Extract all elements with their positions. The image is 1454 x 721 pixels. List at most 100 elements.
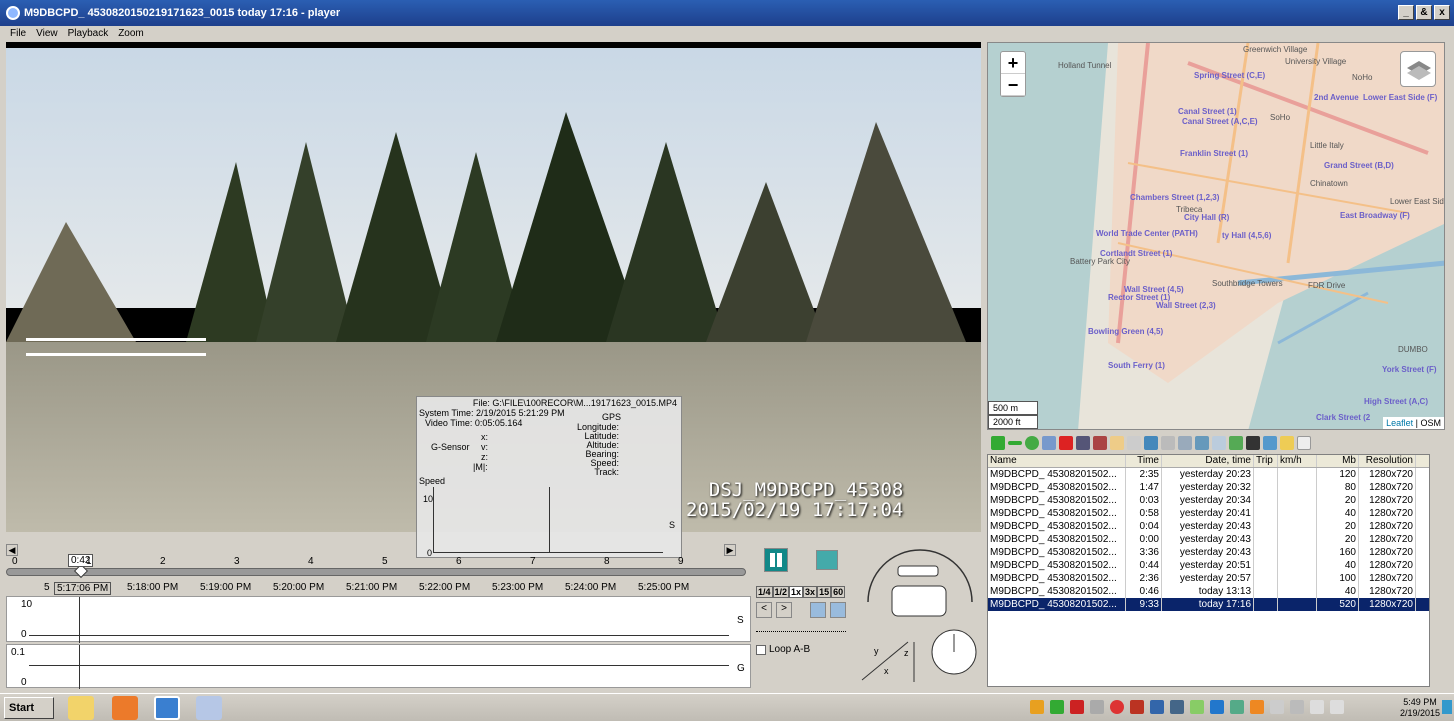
flag-icon[interactable]: [1270, 700, 1284, 714]
table-row[interactable]: M9DBCPD_ 45308201502... 0:03 yesterday 20:…: [988, 494, 1429, 507]
arrow-icon[interactable]: [1110, 436, 1124, 450]
layers-icon[interactable]: [1400, 51, 1436, 87]
refresh-icon[interactable]: [1025, 436, 1039, 450]
col-kmh[interactable]: km/h: [1278, 455, 1317, 467]
timeline-time-label: 5:25:00 PM: [638, 582, 690, 593]
timeline-zoom-out-icon[interactable]: ◀: [6, 544, 18, 556]
menu-zoom[interactable]: Zoom: [118, 28, 144, 39]
timeline-zoom-in-icon[interactable]: ▶: [724, 544, 736, 556]
start-button[interactable]: Start: [4, 697, 54, 719]
network-icon[interactable]: [1290, 700, 1304, 714]
menu-view[interactable]: View: [36, 28, 58, 39]
tray-icon-12[interactable]: [1250, 700, 1264, 714]
table-row[interactable]: M9DBCPD_ 45308201502... 2:36 yesterday 20:…: [988, 572, 1429, 585]
speed-option[interactable]: 60: [831, 586, 846, 598]
video-icon[interactable]: [1246, 436, 1260, 450]
export-icon[interactable]: [1093, 436, 1107, 450]
table-cell: 520: [1317, 598, 1359, 611]
minimize-button[interactable]: _: [1398, 5, 1414, 20]
table-row[interactable]: M9DBCPD_ 45308201502... 0:46 today 13:13 40…: [988, 585, 1429, 598]
table-row[interactable]: M9DBCPD_ 45308201502... 2:35 yesterday 20:…: [988, 468, 1429, 481]
col-trip[interactable]: Trip: [1254, 455, 1278, 467]
paint-icon[interactable]: [196, 696, 222, 720]
table-cell: 1280x720: [1359, 481, 1416, 494]
table-row[interactable]: M9DBCPD_ 45308201502... 0:04 yesterday 20:…: [988, 520, 1429, 533]
table-row[interactable]: M9DBCPD_ 45308201502... 1:47 yesterday 20:…: [988, 481, 1429, 494]
tray-icon-7[interactable]: [1150, 700, 1164, 714]
table-cell: M9DBCPD_ 45308201502...: [988, 468, 1126, 481]
col-time[interactable]: Time: [1126, 455, 1162, 467]
settings-icon[interactable]: [1263, 436, 1277, 450]
folder-icon[interactable]: [68, 696, 94, 720]
screens-icon[interactable]: [1178, 436, 1192, 450]
col-resolution[interactable]: Resolution: [1359, 455, 1416, 467]
tray-icon-9[interactable]: [1190, 700, 1204, 714]
leaflet-link[interactable]: Leaflet: [1386, 418, 1413, 428]
tray-icon-3[interactable]: [1070, 700, 1084, 714]
map-zoom-out-button[interactable]: −: [1001, 74, 1025, 96]
save-icon[interactable]: [1076, 436, 1090, 450]
table-cell: 1280x720: [1359, 598, 1416, 611]
pause-button[interactable]: [764, 548, 788, 572]
col-name[interactable]: Name: [988, 455, 1126, 467]
tray-icon-5[interactable]: [1110, 700, 1124, 714]
tray-icon-4[interactable]: [1090, 700, 1104, 714]
volume-slider[interactable]: [756, 626, 846, 632]
maximize-button[interactable]: &: [1416, 5, 1432, 20]
tray-icon-2[interactable]: [1050, 700, 1064, 714]
film-icon[interactable]: [1161, 436, 1175, 450]
system-clock[interactable]: 5:49 PM 2/19/2015: [1400, 697, 1440, 719]
table-row[interactable]: M9DBCPD_ 45308201502... 0:44 yesterday 20:…: [988, 559, 1429, 572]
close-button[interactable]: x: [1434, 5, 1450, 20]
col-date-time[interactable]: Date, time: [1162, 455, 1254, 467]
map-label-franklin: Franklin Street (1): [1180, 149, 1249, 158]
signal-icon[interactable]: [1310, 700, 1324, 714]
route-icon[interactable]: [1212, 436, 1226, 450]
add-icon[interactable]: [991, 436, 1005, 450]
zoom-in-icon[interactable]: [810, 602, 826, 618]
tray-icon-10[interactable]: [1210, 700, 1224, 714]
folder-icon[interactable]: [1280, 436, 1294, 450]
copy-icon[interactable]: [1042, 436, 1056, 450]
table-row[interactable]: M9DBCPD_ 45308201502... 0:00 yesterday 20:…: [988, 533, 1429, 546]
table-row[interactable]: M9DBCPD_ 45308201502... 3:36 yesterday 20:…: [988, 546, 1429, 559]
remove-icon[interactable]: [1008, 441, 1022, 445]
delete-icon[interactable]: [1059, 436, 1073, 450]
loop-ab-checkbox[interactable]: [756, 644, 766, 655]
prev-button[interactable]: <: [756, 602, 772, 618]
cut-icon[interactable]: [1127, 436, 1141, 450]
speed-option[interactable]: 1x: [789, 586, 804, 598]
import-icon[interactable]: [1144, 436, 1158, 450]
map-icon[interactable]: [1229, 436, 1243, 450]
speed-option[interactable]: 1/4: [756, 586, 773, 598]
table-cell: 1280x720: [1359, 494, 1416, 507]
tray-icon-1[interactable]: [1030, 700, 1044, 714]
map-attribution: Leaflet | OSM: [1383, 417, 1444, 429]
speed-graph: 10 0 S: [6, 596, 751, 643]
stop-button[interactable]: [816, 550, 838, 570]
map-label-university: University Village: [1285, 57, 1347, 66]
table-cell: 1:47: [1126, 481, 1162, 494]
menu-playback[interactable]: Playback: [68, 28, 109, 39]
speed-option[interactable]: 15: [817, 586, 832, 598]
media-player-icon[interactable]: [112, 696, 138, 720]
next-button[interactable]: >: [776, 602, 792, 618]
tray-icon-8[interactable]: [1170, 700, 1184, 714]
table-row[interactable]: M9DBCPD_ 45308201502... 9:33 today 17:16 52…: [988, 598, 1429, 611]
col-mb[interactable]: Mb: [1317, 455, 1359, 467]
timeline-track[interactable]: [6, 568, 746, 576]
tray-icon-11[interactable]: [1230, 700, 1244, 714]
volume-icon[interactable]: [1330, 700, 1344, 714]
zoom-out-icon[interactable]: [830, 602, 846, 618]
document-icon[interactable]: [1297, 436, 1311, 450]
map-view[interactable]: Greenwich Village University Village NoH…: [987, 42, 1445, 430]
show-desktop-icon[interactable]: [1442, 700, 1452, 714]
speed-option[interactable]: 3x: [803, 586, 818, 598]
table-row[interactable]: M9DBCPD_ 45308201502... 0:58 yesterday 20:…: [988, 507, 1429, 520]
menu-file[interactable]: File: [10, 28, 26, 39]
map-zoom-in-button[interactable]: +: [1001, 52, 1025, 74]
zoom-map-icon[interactable]: [1195, 436, 1209, 450]
speed-option[interactable]: 1/2: [772, 586, 790, 598]
tray-icon-6[interactable]: [1130, 700, 1144, 714]
browser-icon[interactable]: [154, 696, 180, 720]
